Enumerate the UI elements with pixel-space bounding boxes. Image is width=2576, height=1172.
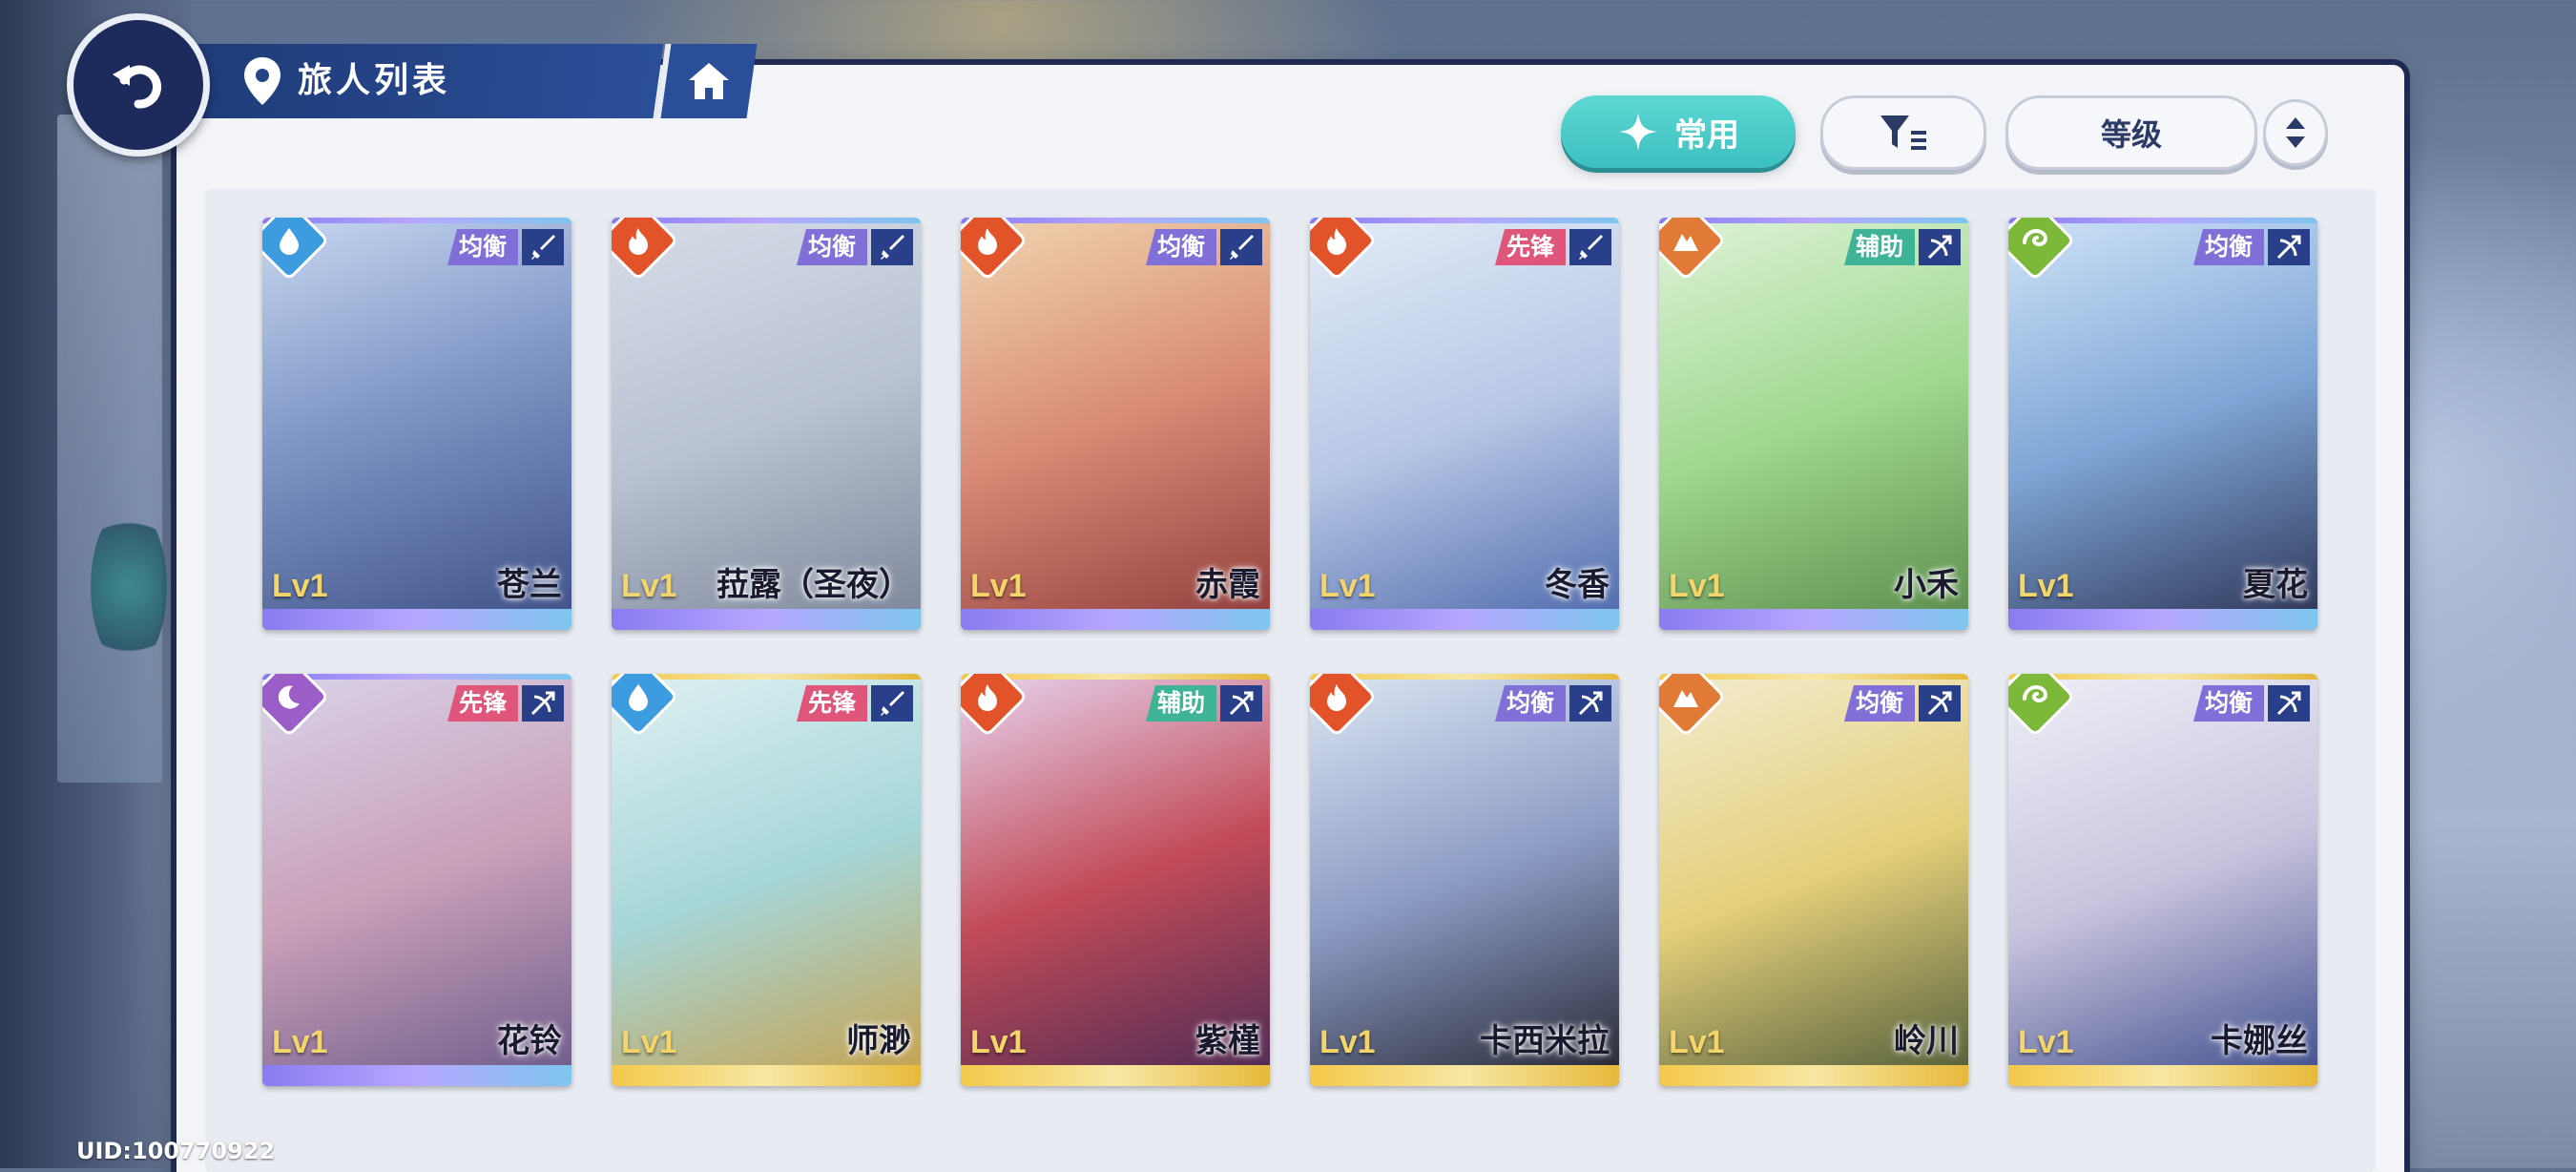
rarity-bar [961, 1065, 1270, 1086]
bow-icon [1569, 685, 1611, 722]
role-badge: 均衡 [1145, 229, 1216, 265]
level-label: Lv1 [970, 1024, 1027, 1060]
page-title: 旅人列表 [298, 61, 451, 100]
role-badge: 先锋 [796, 685, 867, 722]
character-name: 卡西米拉 [1480, 1022, 1610, 1060]
character-name: 师渺 [846, 1022, 911, 1060]
filter-button[interactable] [1820, 95, 1986, 170]
rarity-bar [1659, 609, 1968, 630]
traveler-card[interactable]: 均衡 Lv1 夏花 [2008, 218, 2317, 630]
role-badge: 先锋 [1494, 229, 1566, 265]
bow-icon [1919, 685, 1961, 722]
level-label: Lv1 [272, 568, 328, 604]
uid-label: UID:100770922 [76, 1138, 276, 1164]
rarity-bar [612, 1065, 921, 1086]
level-label: Lv1 [1669, 1024, 1725, 1060]
traveler-card[interactable]: 先锋 Lv1 师渺 [612, 674, 921, 1086]
sparkle-icon [1619, 113, 1657, 151]
level-label: Lv1 [970, 568, 1027, 604]
sword-icon [1220, 229, 1262, 265]
traveler-card[interactable]: 先锋 Lv1 冬香 [1310, 218, 1619, 630]
traveler-card[interactable]: 先锋 Lv1 花铃 [262, 674, 571, 1086]
role-badge: 先锋 [447, 685, 518, 722]
rarity-bar [262, 609, 571, 630]
character-name: 苍兰 [497, 566, 562, 604]
level-label: Lv1 [621, 568, 677, 604]
bow-icon [2268, 685, 2310, 722]
bow-icon [1220, 685, 1262, 722]
traveler-card[interactable]: 均衡 Lv1 赤霞 [961, 218, 1270, 630]
back-arrow-icon [113, 65, 162, 109]
level-label: Lv1 [1669, 568, 1725, 604]
role-badge: 均衡 [1843, 685, 1915, 722]
role-badge: 辅助 [1145, 685, 1216, 722]
back-button[interactable] [67, 13, 210, 157]
rarity-bar [612, 609, 921, 630]
character-name: 菈露（圣夜） [717, 566, 911, 604]
role-badge: 均衡 [447, 229, 518, 265]
sword-icon [871, 229, 913, 265]
character-name: 花铃 [497, 1022, 562, 1060]
filter-icon [1880, 115, 1926, 150]
sort-button[interactable]: 等级 [2005, 95, 2257, 170]
character-name: 夏花 [2243, 566, 2308, 604]
traveler-card[interactable]: 均衡 Lv1 苍兰 [262, 218, 571, 630]
rarity-bar [2008, 1065, 2317, 1086]
character-name: 冬香 [1545, 566, 1610, 604]
level-label: Lv1 [2018, 568, 2074, 604]
rarity-bar [262, 1065, 571, 1086]
level-label: Lv1 [1319, 1024, 1376, 1060]
background-plant [91, 506, 167, 668]
sword-icon [871, 685, 913, 722]
traveler-card[interactable]: 均衡 Lv1 卡西米拉 [1310, 674, 1619, 1086]
bow-icon [522, 685, 564, 722]
character-name: 紫槿 [1195, 1022, 1260, 1060]
traveler-card[interactable]: 辅助 Lv1 紫槿 [961, 674, 1270, 1086]
bow-icon [2268, 229, 2310, 265]
level-label: Lv1 [272, 1024, 328, 1060]
rarity-bar [1310, 1065, 1619, 1086]
level-label: Lv1 [1319, 568, 1376, 604]
sword-icon [1569, 229, 1611, 265]
home-button[interactable] [654, 44, 758, 118]
sort-up-icon [2286, 117, 2305, 129]
role-badge: 均衡 [2192, 685, 2264, 722]
character-name: 赤霞 [1195, 566, 1260, 604]
bow-icon [1919, 229, 1961, 265]
common-filter-label: 常用 [1674, 115, 1739, 155]
level-label: Lv1 [621, 1024, 677, 1060]
location-pin-icon [240, 55, 284, 107]
level-label: Lv1 [2018, 1024, 2074, 1060]
traveler-card[interactable]: 均衡 Lv1 卡娜丝 [2008, 674, 2317, 1086]
home-icon [689, 63, 729, 99]
rarity-bar [2008, 609, 2317, 630]
rarity-bar [961, 609, 1270, 630]
rarity-bar [1310, 609, 1619, 630]
sort-order-toggle[interactable] [2263, 99, 2328, 166]
traveler-card[interactable]: 均衡 Lv1 菈露（圣夜） [612, 218, 921, 630]
character-name: 卡娜丝 [2211, 1022, 2308, 1060]
traveler-card[interactable]: 均衡 Lv1 岭川 [1659, 674, 1968, 1086]
role-badge: 均衡 [1494, 685, 1566, 722]
role-badge: 辅助 [1843, 229, 1915, 265]
sword-icon [522, 229, 564, 265]
role-badge: 均衡 [796, 229, 867, 265]
character-name: 岭川 [1894, 1022, 1959, 1060]
role-badge: 均衡 [2192, 229, 2264, 265]
traveler-card[interactable]: 辅助 Lv1 小禾 [1659, 218, 1968, 630]
sort-down-icon [2286, 136, 2305, 148]
common-filter-button[interactable]: 常用 [1561, 95, 1796, 168]
rarity-bar [1659, 1065, 1968, 1086]
character-name: 小禾 [1894, 566, 1959, 604]
